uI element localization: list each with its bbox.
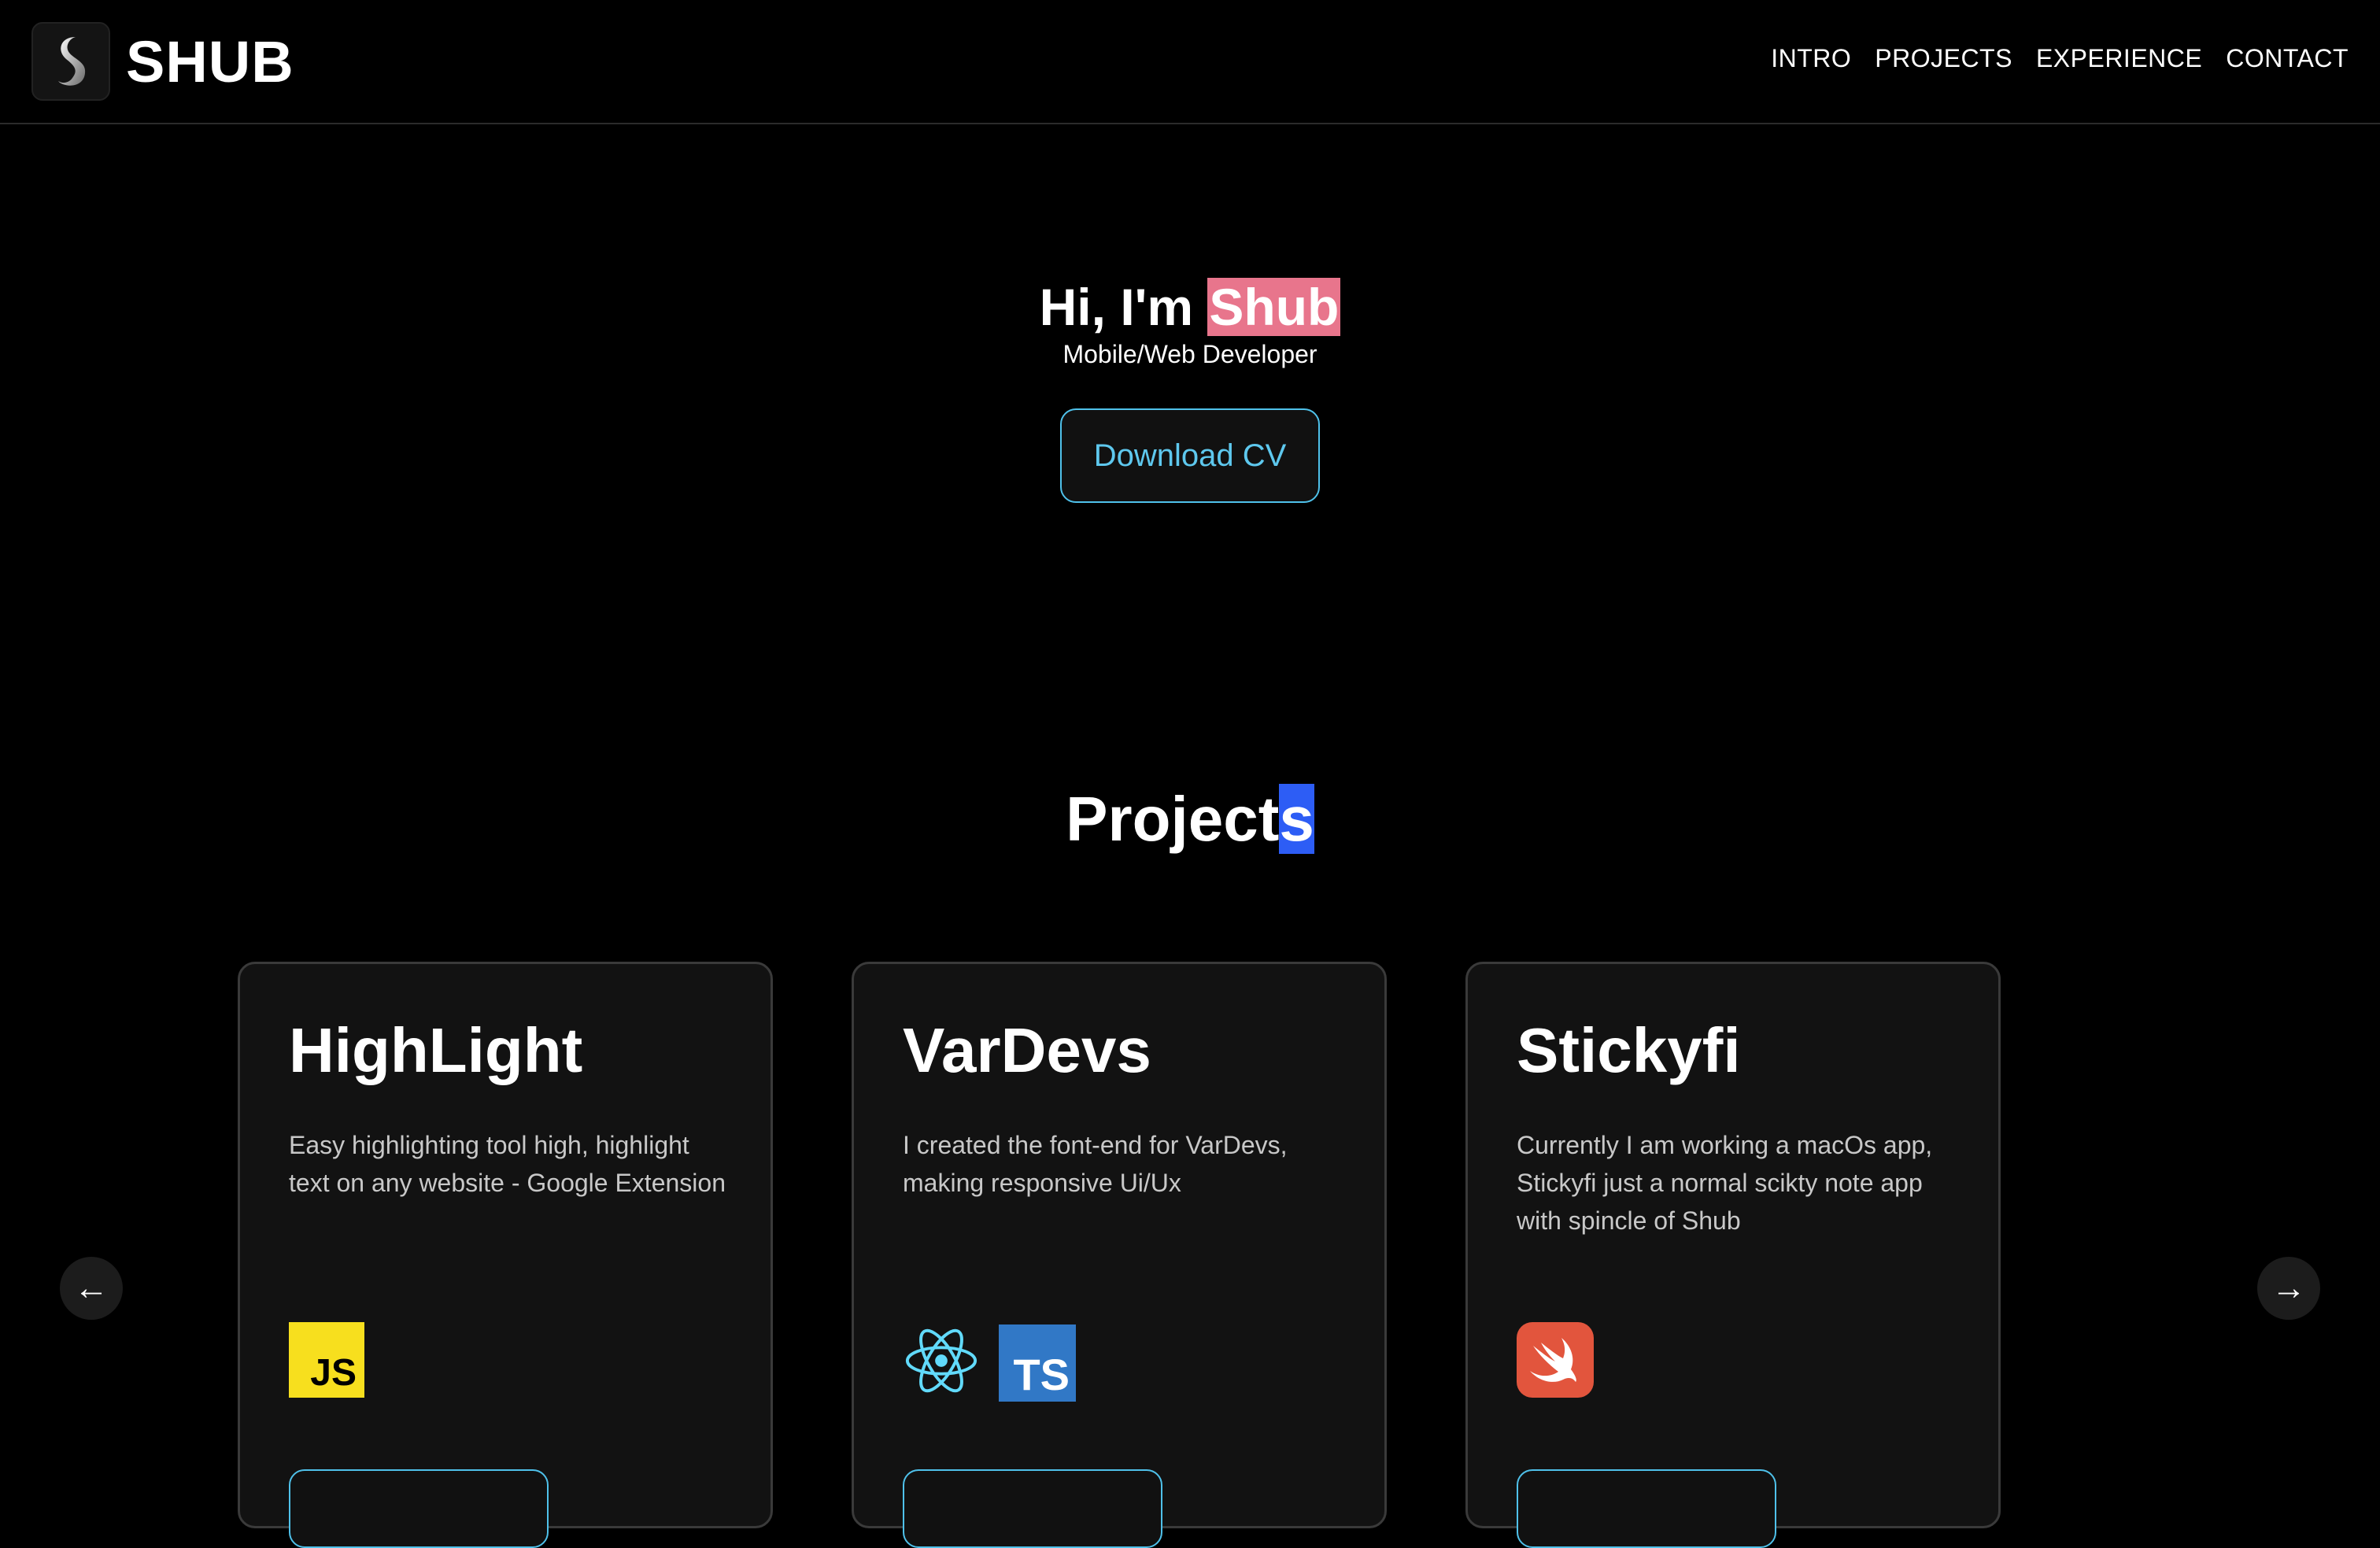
projects-heading-main: Project xyxy=(1066,784,1280,854)
hero-name: Shub xyxy=(1207,278,1341,336)
project-title: Stickyfi xyxy=(1517,1015,1741,1085)
project-title: HighLight xyxy=(289,1015,583,1085)
carousel-next-button[interactable]: → xyxy=(2257,1257,2320,1320)
arrow-right-icon: → xyxy=(2271,1269,2306,1307)
project-description: I created the font-end for VarDevs, maki… xyxy=(903,1131,1288,1197)
carousel-prev-button[interactable]: ← xyxy=(60,1257,123,1320)
hero-subtitle: Mobile/Web Developer xyxy=(1062,340,1318,368)
tech-stack: JS xyxy=(289,1322,364,1398)
hero-title: Hi, I'm Shub xyxy=(1040,275,1341,338)
project-card: Stickyfi Currently I am working a macOs … xyxy=(1465,962,2001,1548)
javascript-icon: JS xyxy=(289,1322,364,1398)
project-title: VarDevs xyxy=(903,1015,1151,1085)
site-header: SHUB INTRO PROJECTS EXPERIENCE CONTACT xyxy=(0,0,2380,124)
brand-name: SHUB xyxy=(126,28,294,94)
project-link-button[interactable] xyxy=(903,1469,1162,1548)
project-link-button[interactable] xyxy=(289,1469,549,1548)
projects-heading-selected: s xyxy=(1279,784,1314,854)
nav-intro[interactable]: INTRO xyxy=(1771,44,1851,73)
hero-greeting: Hi, I'm xyxy=(1039,278,1208,336)
project-description: Currently I am working a macOs app, Stic… xyxy=(1517,1131,1933,1235)
hero-section: Hi, I'm Shub Mobile/Web Developer Downlo… xyxy=(0,275,2380,503)
project-link-button[interactable] xyxy=(1517,1469,1776,1548)
arrow-left-icon: ← xyxy=(74,1269,109,1307)
logo[interactable]: SHUB xyxy=(31,22,294,101)
javascript-icon-label: JS xyxy=(310,1352,357,1394)
project-description: Easy highlighting tool high, highlight t… xyxy=(289,1131,726,1197)
react-icon xyxy=(903,1322,980,1403)
nav-experience[interactable]: EXPERIENCE xyxy=(2036,44,2202,73)
project-card: VarDevs I created the font-end for VarDe… xyxy=(852,962,1387,1548)
download-cv-button[interactable]: Download CV xyxy=(1060,408,1320,503)
projects-heading: Projects xyxy=(0,783,2380,855)
typescript-icon: TS xyxy=(999,1324,1076,1402)
s-logo-icon xyxy=(31,22,110,101)
nav-projects[interactable]: PROJECTS xyxy=(1875,44,2012,73)
typescript-icon-label: TS xyxy=(1013,1349,1070,1399)
main-nav: INTRO PROJECTS EXPERIENCE CONTACT xyxy=(1771,44,2349,73)
tech-stack: TS xyxy=(903,1322,1076,1403)
swift-icon xyxy=(1517,1322,1594,1398)
nav-contact[interactable]: CONTACT xyxy=(2226,44,2349,73)
tech-stack xyxy=(1517,1322,1594,1398)
project-card: HighLight Easy highlighting tool high, h… xyxy=(238,962,773,1548)
